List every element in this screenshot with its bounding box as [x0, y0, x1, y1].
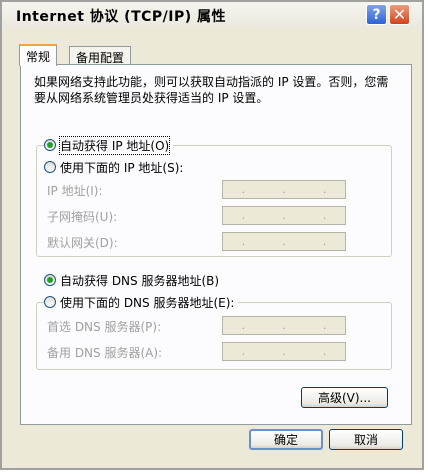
manual-dns-radio[interactable]: 使用下面的 DNS 服务器地址(E):: [44, 294, 239, 310]
tab-alternate-config-label: 备用配置: [76, 51, 125, 65]
tcpip-properties-dialog: Internet 协议 (TCP/IP) 属性 ? ✕ 常规 备用配置 如果网络…: [0, 0, 424, 470]
subnet-mask-label: 子网掩码(U):: [47, 210, 118, 224]
question-icon: ?: [372, 6, 381, 23]
auto-ip-radio[interactable]: 自动获得 IP 地址(O): [44, 135, 174, 155]
tab-general[interactable]: 常规: [19, 44, 58, 66]
radio-selected-icon[interactable]: [44, 274, 56, 286]
tab-alternate-config[interactable]: 备用配置: [69, 46, 132, 66]
ip-address-label: IP 地址(I):: [47, 184, 103, 198]
title-bar[interactable]: Internet 协议 (TCP/IP) 属性 ? ✕: [2, 2, 422, 28]
alternate-dns-field[interactable]: ...: [222, 342, 346, 361]
cancel-button[interactable]: 取消: [329, 429, 403, 450]
radio-unselected-icon[interactable]: [44, 161, 56, 173]
auto-dns-radio[interactable]: 自动获得 DNS 服务器地址(B): [44, 272, 224, 288]
radio-selected-icon[interactable]: [44, 139, 56, 151]
close-icon: ✕: [392, 5, 407, 24]
help-button[interactable]: ?: [366, 4, 387, 25]
subnet-mask-field[interactable]: ...: [222, 206, 346, 225]
manual-ip-label: 使用下面的 IP 地址(S):: [60, 160, 184, 175]
default-gateway-label: 默认网关(D):: [47, 236, 118, 250]
ip-address-field[interactable]: ...: [222, 180, 346, 199]
window-title: Internet 协议 (TCP/IP) 属性: [16, 9, 227, 25]
advanced-button[interactable]: 高级(V)...: [301, 387, 388, 408]
preferred-dns-field[interactable]: ...: [222, 316, 346, 335]
auto-dns-label: 自动获得 DNS 服务器地址(B): [60, 273, 220, 288]
alternate-dns-label: 备用 DNS 服务器(A):: [47, 346, 163, 360]
close-button[interactable]: ✕: [389, 4, 410, 25]
ok-button[interactable]: 确定: [249, 429, 323, 450]
radio-unselected-icon[interactable]: [44, 296, 56, 308]
tab-general-label: 常规: [26, 50, 51, 64]
description-text: 如果网络支持此功能，则可以获取自动指派的 IP 设置。否则，您需要从网络系统管理…: [34, 75, 389, 105]
manual-dns-label: 使用下面的 DNS 服务器地址(E):: [60, 295, 235, 310]
manual-ip-radio[interactable]: 使用下面的 IP 地址(S):: [44, 159, 188, 175]
auto-ip-label: 自动获得 IP 地址(O): [58, 135, 171, 155]
preferred-dns-label: 首选 DNS 服务器(P):: [47, 320, 162, 334]
default-gateway-field[interactable]: ...: [222, 232, 346, 251]
